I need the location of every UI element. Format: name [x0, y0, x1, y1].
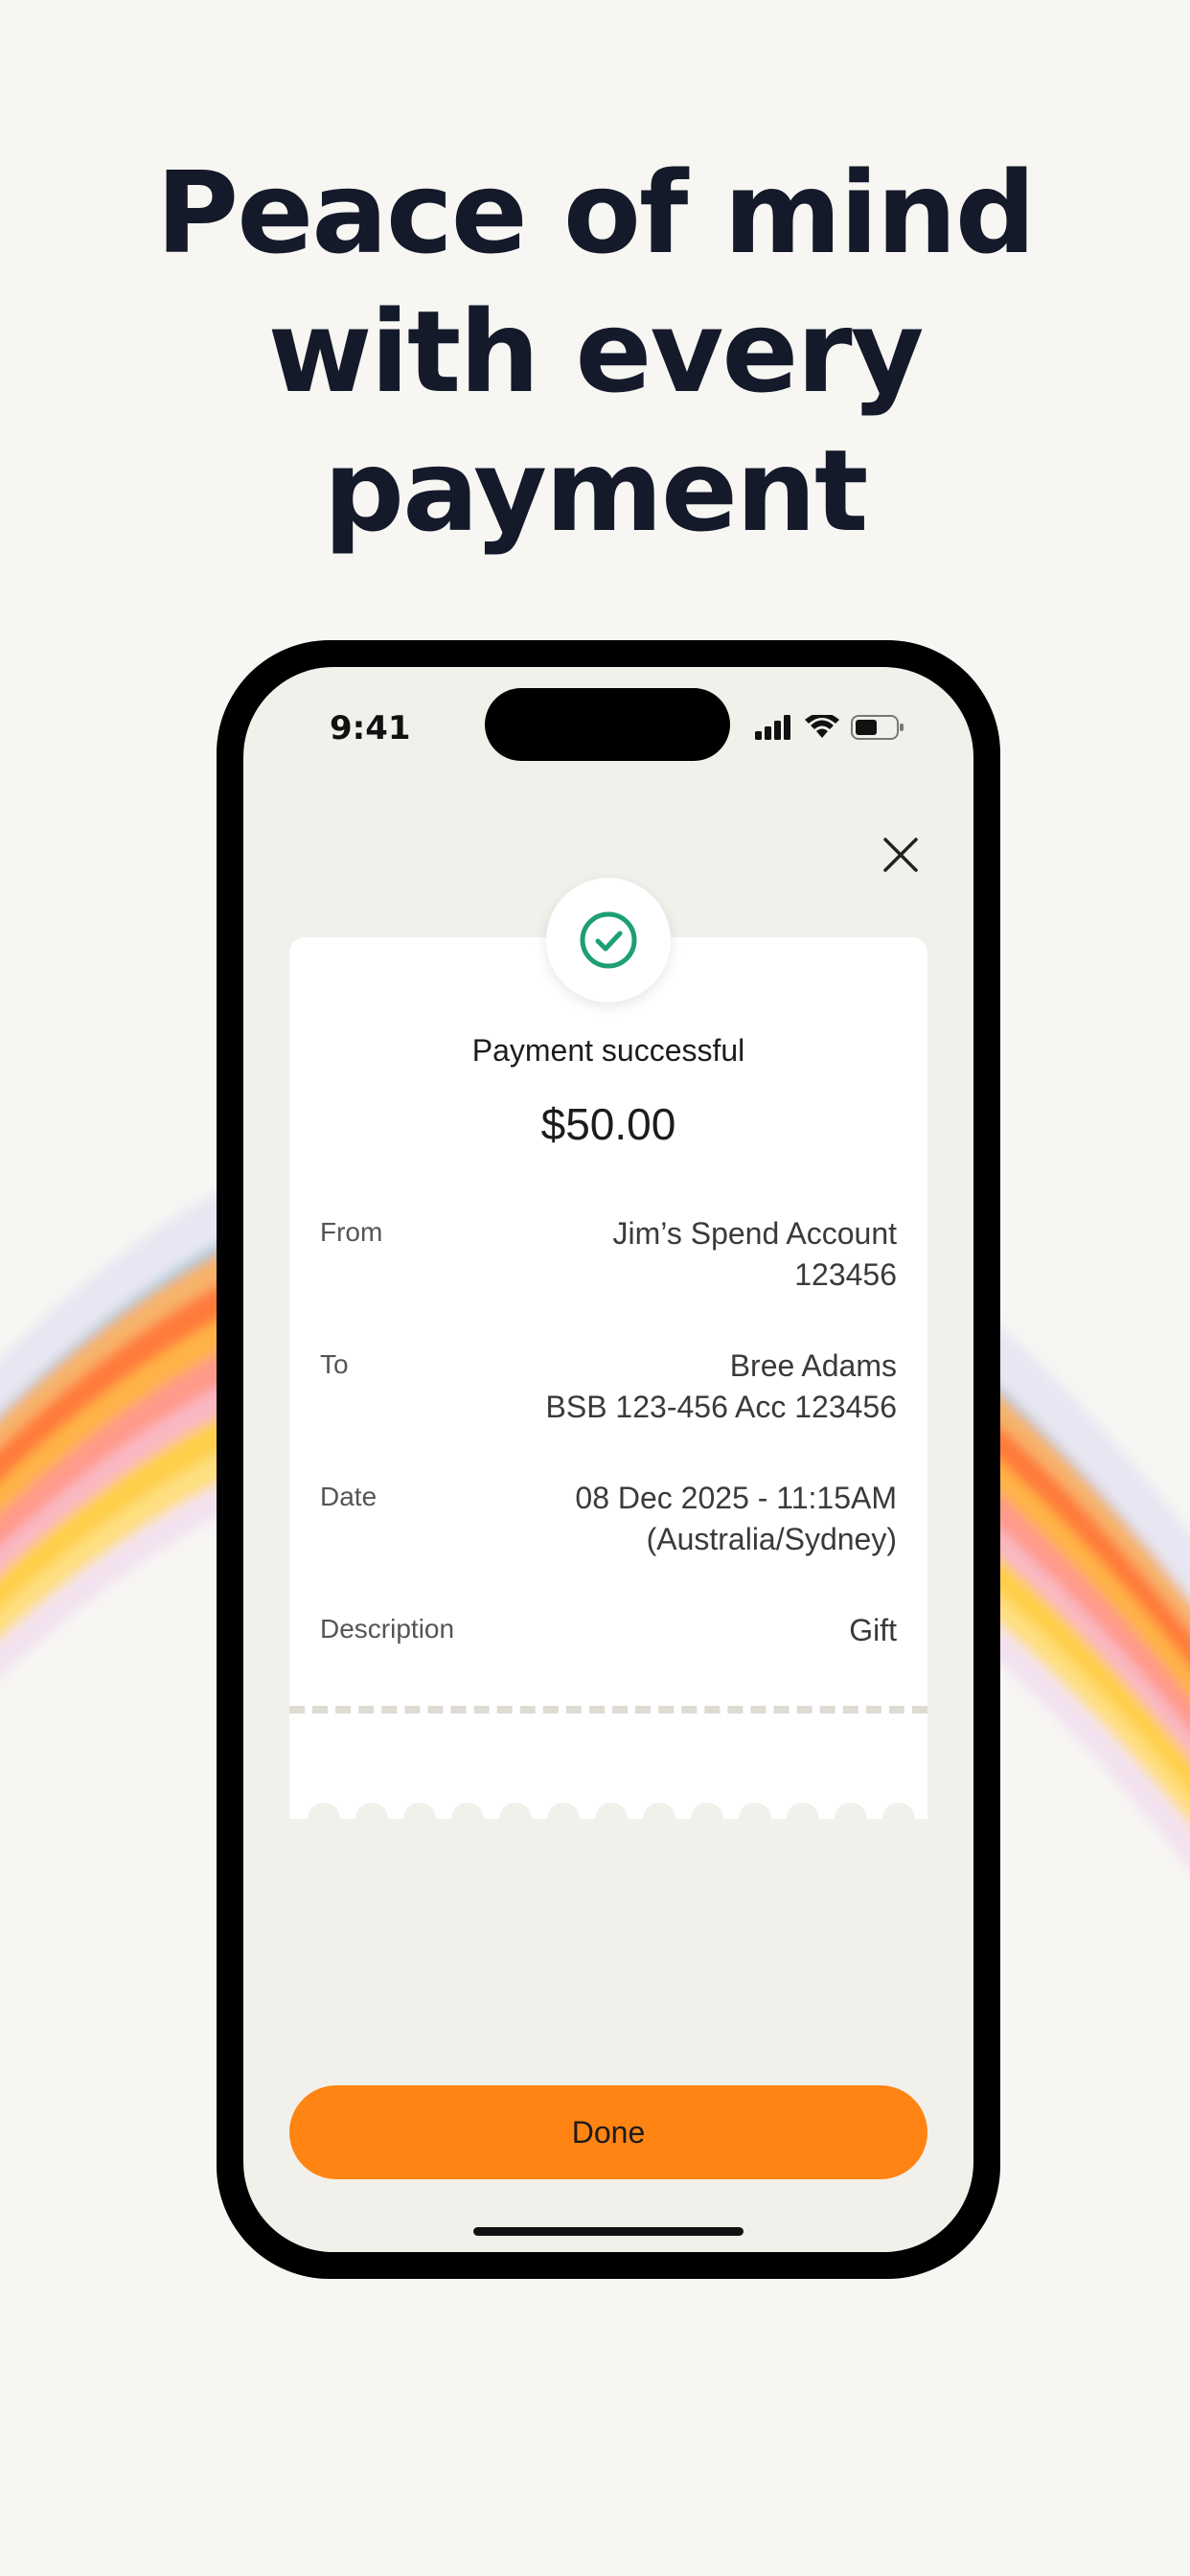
detail-label-to: To [320, 1349, 349, 1379]
dynamic-island [485, 688, 730, 761]
detail-label-date: Date [320, 1482, 378, 1511]
receipt-title: Payment successful [471, 1033, 745, 1068]
payee-name: Bree Adams [729, 1348, 897, 1383]
payment-timezone: (Australia/Sydney) [646, 1522, 897, 1556]
close-button[interactable] [876, 830, 926, 880]
phone-frame: 9:41 Payment successful $50.00 From Jim’… [217, 640, 1000, 2279]
done-button[interactable]: Done [289, 2085, 927, 2179]
payment-amount: $50.00 [540, 1099, 676, 1149]
detail-label-from: From [320, 1217, 383, 1247]
receipt-scalloped-edge [289, 1715, 927, 1819]
success-badge [546, 878, 671, 1002]
wifi-icon [805, 715, 839, 738]
detail-value-to: Bree Adams BSB 123-456 Acc 123456 [546, 1346, 898, 1428]
check-circle-icon [580, 911, 637, 969]
battery-icon [851, 715, 904, 740]
phone-screen: 9:41 Payment successful $50.00 From Jim’… [243, 667, 973, 2252]
headline: Peace of mind with every payment [0, 144, 1190, 561]
detail-label-description: Description [320, 1614, 455, 1644]
receipt-card: Payment successful $50.00 From Jim’s Spe… [289, 937, 927, 1715]
status-time: 9:41 [330, 709, 411, 748]
close-icon [883, 838, 918, 872]
detail-value-from: Jim’s Spend Account 123456 [613, 1213, 897, 1296]
receipt-perforation [289, 1706, 927, 1714]
payee-bsb-account: BSB 123-456 Acc 123456 [545, 1390, 898, 1424]
signal-icon [755, 715, 790, 740]
home-indicator[interactable] [473, 2227, 744, 2236]
payment-date-time: 08 Dec 2025 - 11:15AM [575, 1481, 897, 1515]
from-account-number: 123456 [794, 1257, 897, 1292]
payment-receipt: Payment successful $50.00 From Jim’s Spe… [289, 878, 927, 1819]
detail-value-description: Gift [849, 1613, 897, 1647]
status-icons [755, 713, 904, 742]
headline-line-3: payment [323, 425, 869, 557]
detail-value-date: 08 Dec 2025 - 11:15AM (Australia/Sydney) [575, 1478, 897, 1560]
headline-line-1: Peace of mind [155, 147, 1037, 279]
from-account-name: Jim’s Spend Account [612, 1216, 897, 1251]
headline-line-2: with every [267, 286, 924, 418]
